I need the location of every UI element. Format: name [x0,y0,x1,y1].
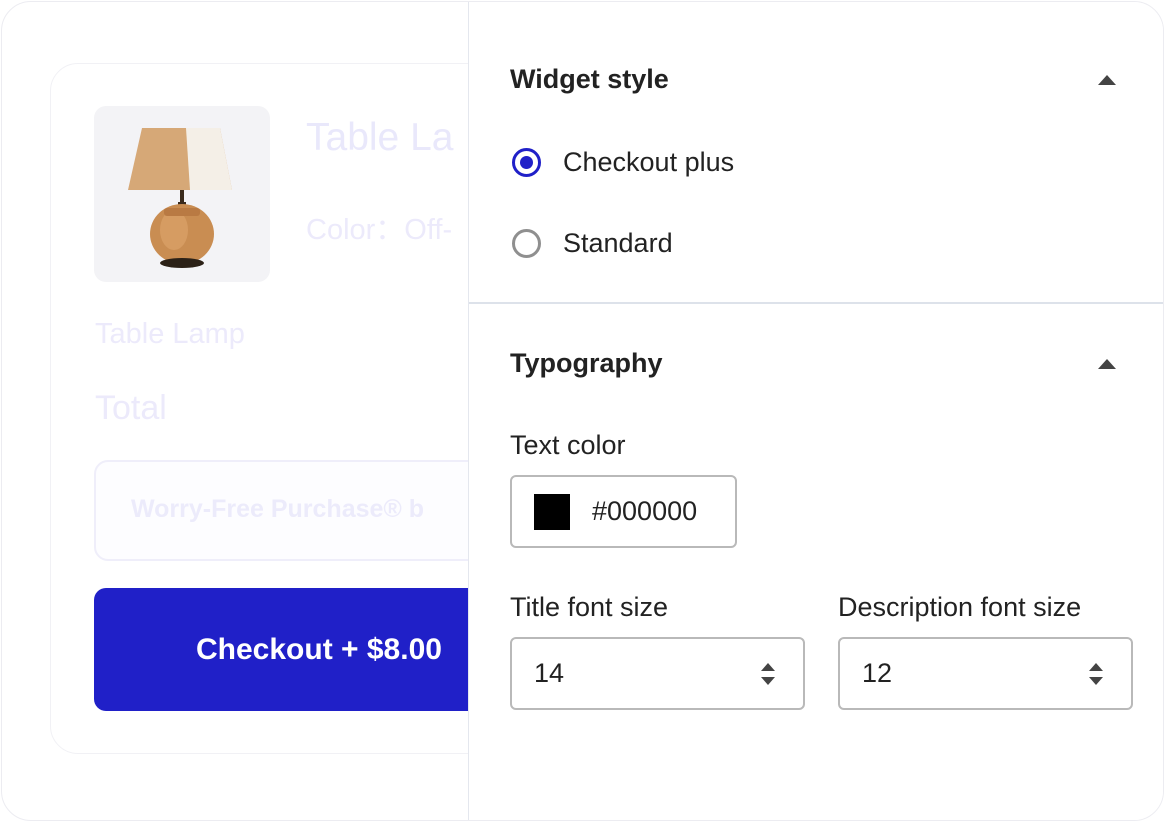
stepper-arrows-icon[interactable] [1089,662,1103,685]
radio-checkout-plus[interactable]: Checkout plus [512,147,734,178]
worry-free-purchase-text: Worry-Free Purchase® b [131,495,425,523]
title-font-size-label: Title font size [510,592,669,622]
title-font-size-stepper[interactable]: 14 [510,637,805,710]
widget-style-title: Widget style [510,64,669,94]
table-lamp-image [128,128,232,268]
radio-standard-label: Standard [563,228,673,258]
collapse-typography-icon[interactable] [1098,359,1116,369]
text-color-value[interactable]: #000000 [592,496,697,527]
description-font-size-value[interactable]: 12 [862,658,1089,689]
product-thumbnail [94,106,270,282]
radio-unchecked-icon[interactable] [512,229,541,258]
color-swatch[interactable] [534,493,570,530]
app-frame: Table La Color：Off- Table Lamp Total Wor… [1,1,1164,821]
section-divider [469,302,1163,304]
text-color-label: Text color [510,430,626,460]
product-color: Color：Off- [306,214,453,246]
typography-title: Typography [510,348,663,378]
settings-panel: Widget style Checkout plus Standard Typo… [468,2,1163,820]
radio-checked-icon[interactable] [512,148,541,177]
stepper-arrows-icon[interactable] [761,662,775,685]
radio-checkout-plus-label: Checkout plus [563,147,735,177]
description-font-size-stepper[interactable]: 12 [838,637,1133,710]
collapse-widget-style-icon[interactable] [1098,75,1116,85]
line-item-name: Table Lamp [95,318,245,350]
radio-standard[interactable]: Standard [512,228,673,259]
text-color-field[interactable]: #000000 [510,475,737,548]
total-label: Total [95,389,167,427]
title-font-size-value[interactable]: 14 [534,658,761,689]
description-font-size-label: Description font size [838,592,1082,622]
product-title: Table La [306,116,454,159]
